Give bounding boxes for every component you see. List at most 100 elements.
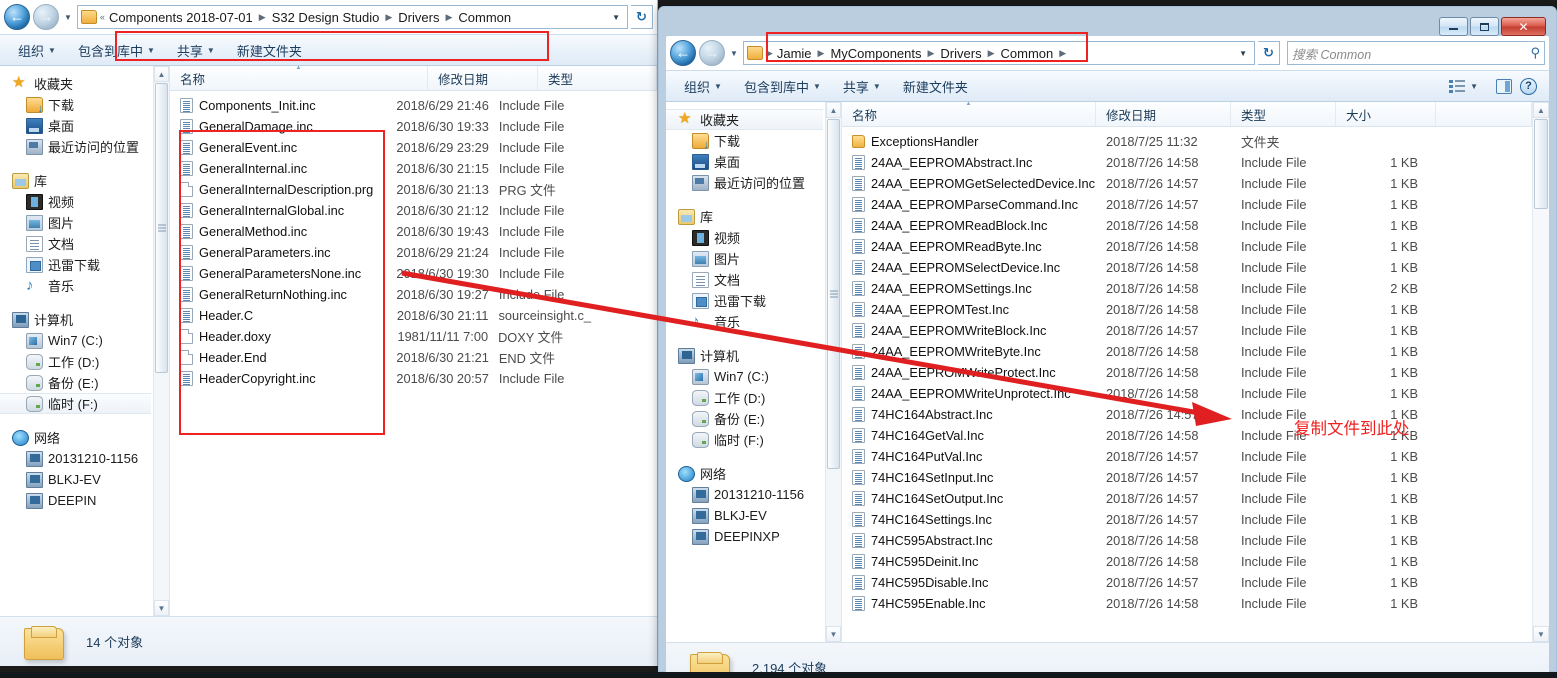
right-list-scrollbar[interactable]: ▲ ▼ [1532, 102, 1549, 642]
column-header-size[interactable]: 大小 [1336, 102, 1436, 126]
table-row[interactable]: GeneralReturnNothing.inc 2018/6/30 19:27 I… [170, 284, 657, 305]
table-row[interactable]: 24AA_EEPROMTest.Inc 2018/7/26 14:58 Includ… [842, 299, 1532, 320]
table-row[interactable]: 74HC595Abstract.Inc 2018/7/26 14:58 Includ… [842, 530, 1532, 551]
back-button[interactable]: ← [670, 40, 696, 66]
minimize-button[interactable] [1439, 17, 1468, 36]
table-row[interactable]: 24AA_EEPROMWriteByte.Inc 2018/7/26 14:58 I… [842, 341, 1532, 362]
address-dropdown-icon[interactable]: ▼ [1234, 49, 1252, 58]
sidebar-item-network-2[interactable]: DEEPIN [0, 490, 151, 511]
file-name-cell[interactable]: Header.doxy [170, 329, 387, 344]
table-row[interactable]: 24AA_EEPROMReadBlock.Inc 2018/7/26 14:58 I… [842, 215, 1532, 236]
sidebar-item-network-1[interactable]: BLKJ-EV [666, 505, 823, 526]
sidebar-item-xunlei[interactable]: 迅雷下载 [0, 254, 151, 275]
sidebar-item-pictures[interactable]: 图片 [0, 212, 151, 233]
file-name-cell[interactable]: 24AA_EEPROMSettings.Inc [842, 281, 1096, 296]
table-row[interactable]: 74HC164Abstract.Inc 2018/7/26 14:57 Includ… [842, 404, 1532, 425]
sidebar-item-documents[interactable]: 文档 [0, 233, 151, 254]
file-name-cell[interactable]: Header.End [170, 350, 386, 365]
nav-group-favorites[interactable]: ★ 收藏夹 [666, 109, 823, 130]
sidebar-item-pictures[interactable]: 图片 [666, 248, 823, 269]
file-name-cell[interactable]: 24AA_EEPROMReadBlock.Inc [842, 218, 1096, 233]
close-button[interactable]: ✕ [1501, 17, 1546, 36]
table-row[interactable]: 24AA_EEPROMSettings.Inc 2018/7/26 14:58 In… [842, 278, 1532, 299]
table-row[interactable]: Header.End 2018/6/30 21:21 END 文件 [170, 347, 657, 368]
nav-group-network[interactable]: 网络 [0, 427, 151, 448]
scrollbar-thumb[interactable] [155, 83, 168, 373]
share-button[interactable]: 共享 ▼ [167, 37, 225, 64]
file-name-cell[interactable]: GeneralReturnNothing.inc [170, 287, 386, 302]
file-name-cell[interactable]: 24AA_EEPROMAbstract.Inc [842, 155, 1096, 170]
right-nav-scrollbar[interactable]: ▲ ▼ [825, 102, 841, 642]
table-row[interactable]: GeneralInternalGlobal.inc 2018/6/30 21:12… [170, 200, 657, 221]
table-row[interactable]: HeaderCopyright.inc 2018/6/30 20:57 Includ… [170, 368, 657, 389]
sidebar-item-drive-d[interactable]: 工作 (D:) [666, 387, 823, 408]
table-row[interactable]: 24AA_EEPROMReadByte.Inc 2018/7/26 14:58 In… [842, 236, 1532, 257]
table-row[interactable]: 24AA_EEPROMGetSelectedDevice.Inc 2018/7/2… [842, 173, 1532, 194]
sidebar-item-music[interactable]: ♪ 音乐 [0, 275, 151, 296]
table-row[interactable]: 74HC164PutVal.Inc 2018/7/26 14:57 Include … [842, 446, 1532, 467]
sidebar-item-drive-c[interactable]: Win7 (C:) [666, 366, 823, 387]
scroll-down-icon[interactable]: ▼ [826, 626, 841, 642]
file-name-cell[interactable]: 74HC164Abstract.Inc [842, 407, 1096, 422]
breadcrumb-item-0[interactable]: Jamie [774, 45, 815, 62]
table-row[interactable]: 74HC595Disable.Inc 2018/7/26 14:57 Include… [842, 572, 1532, 593]
file-name-cell[interactable]: GeneralParametersNone.inc [170, 266, 386, 281]
table-row[interactable]: Header.C 2018/6/30 21:11 sourceinsight.c_ [170, 305, 657, 326]
file-name-cell[interactable]: GeneralParameters.inc [170, 245, 386, 260]
sidebar-item-network-2[interactable]: DEEPINXP [666, 526, 823, 547]
file-name-cell[interactable]: HeaderCopyright.inc [170, 371, 386, 386]
table-row[interactable]: 74HC164GetVal.Inc 2018/7/26 14:58 Include … [842, 425, 1532, 446]
file-name-cell[interactable]: GeneralInternalDescription.prg [170, 182, 386, 197]
sidebar-item-drive-e[interactable]: 备份 (E:) [0, 372, 151, 393]
file-name-cell[interactable]: 24AA_EEPROMWriteByte.Inc [842, 344, 1096, 359]
table-row[interactable]: GeneralMethod.inc 2018/6/30 19:43 Include … [170, 221, 657, 242]
sidebar-item-network-0[interactable]: 20131210-1156 [666, 484, 823, 505]
share-button[interactable]: 共享 ▼ [833, 73, 891, 100]
nav-group-libraries[interactable]: 库 [666, 206, 823, 227]
sidebar-item-videos[interactable]: 视频 [0, 191, 151, 212]
nav-group-favorites[interactable]: ★ 收藏夹 [0, 73, 151, 94]
file-name-cell[interactable]: 74HC164SetInput.Inc [842, 470, 1096, 485]
sidebar-item-drive-e[interactable]: 备份 (E:) [666, 408, 823, 429]
table-row[interactable]: Components_Init.inc 2018/6/29 21:46 Includ… [170, 95, 657, 116]
file-name-cell[interactable]: GeneralEvent.inc [170, 140, 386, 155]
column-header-extra[interactable] [1436, 102, 1532, 126]
file-name-cell[interactable]: 74HC595Disable.Inc [842, 575, 1096, 590]
table-row[interactable]: 24AA_EEPROMWriteUnprotect.Inc 2018/7/26 1… [842, 383, 1532, 404]
file-name-cell[interactable]: Components_Init.inc [170, 98, 386, 113]
scroll-up-icon[interactable]: ▲ [1533, 102, 1549, 118]
nav-group-computer[interactable]: 计算机 [666, 345, 823, 366]
breadcrumb-item-1[interactable]: S32 Design Studio [269, 9, 383, 26]
table-row[interactable]: GeneralParameters.inc 2018/6/29 21:24 Incl… [170, 242, 657, 263]
sidebar-item-network-1[interactable]: BLKJ-EV [0, 469, 151, 490]
file-name-cell[interactable]: 74HC595Deinit.Inc [842, 554, 1096, 569]
sidebar-item-documents[interactable]: 文档 [666, 269, 823, 290]
preview-pane-icon[interactable] [1496, 78, 1512, 94]
new-folder-button[interactable]: 新建文件夹 [893, 73, 978, 100]
change-view-button[interactable]: ▼ [1439, 75, 1488, 97]
sidebar-item-recent-places[interactable]: 最近访问的位置 [0, 136, 151, 157]
sidebar-item-drive-c[interactable]: Win7 (C:) [0, 330, 151, 351]
table-row[interactable]: 24AA_EEPROMSelectDevice.Inc 2018/7/26 14:… [842, 257, 1532, 278]
file-name-cell[interactable]: 24AA_EEPROMTest.Inc [842, 302, 1096, 317]
table-row[interactable]: GeneralDamage.inc 2018/6/30 19:33 Include … [170, 116, 657, 137]
file-name-cell[interactable]: GeneralInternalGlobal.inc [170, 203, 386, 218]
breadcrumb-item-3[interactable]: Common [998, 45, 1057, 62]
sidebar-item-desktop[interactable]: 桌面 [0, 115, 151, 136]
table-row[interactable]: 74HC164SetOutput.Inc 2018/7/26 14:57 Inclu… [842, 488, 1532, 509]
table-row[interactable]: Header.doxy 1981/11/11 7:00 DOXY 文件 [170, 326, 657, 347]
include-in-library-button[interactable]: 包含到库中 ▼ [68, 37, 165, 64]
right-title-bar[interactable]: ✕ [665, 13, 1550, 36]
file-name-cell[interactable]: 74HC595Abstract.Inc [842, 533, 1096, 548]
file-name-cell[interactable]: 74HC164GetVal.Inc [842, 428, 1096, 443]
maximize-button[interactable] [1470, 17, 1499, 36]
column-header-date[interactable]: 修改日期 [428, 66, 538, 90]
table-row[interactable]: 24AA_EEPROMWriteBlock.Inc 2018/7/26 14:57… [842, 320, 1532, 341]
column-header-date[interactable]: 修改日期 [1096, 102, 1231, 126]
file-name-cell[interactable]: 74HC164SetOutput.Inc [842, 491, 1096, 506]
table-row[interactable]: GeneralParametersNone.inc 2018/6/30 19:30… [170, 263, 657, 284]
column-header-type[interactable]: 类型 [1231, 102, 1336, 126]
sidebar-item-downloads[interactable]: 下载 [0, 94, 151, 115]
file-name-cell[interactable]: 24AA_EEPROMWriteBlock.Inc [842, 323, 1096, 338]
breadcrumb-item-1[interactable]: MyComponents [827, 45, 924, 62]
